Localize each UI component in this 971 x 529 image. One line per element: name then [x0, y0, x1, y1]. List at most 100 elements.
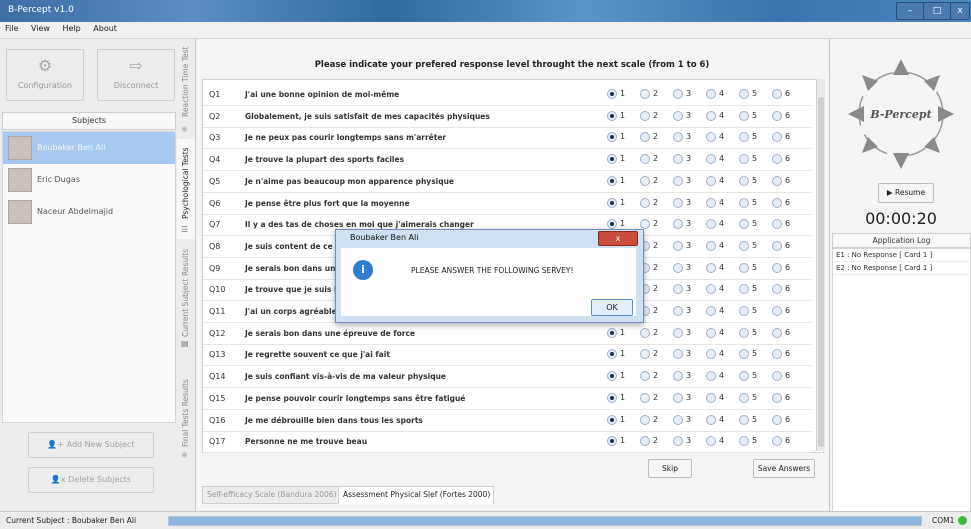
radio-option[interactable]: 2: [640, 414, 672, 426]
radio-button[interactable]: [607, 110, 617, 121]
radio-button[interactable]: [739, 132, 749, 143]
menu-help[interactable]: Help: [57, 22, 85, 35]
tab-reaction-time[interactable]: Reaction Time Test: [177, 39, 195, 119]
radio-button[interactable]: [772, 132, 782, 143]
radio-option[interactable]: 3: [673, 370, 705, 382]
radio-option[interactable]: 4: [706, 414, 738, 426]
radio-option[interactable]: 3: [673, 348, 705, 360]
radio-button[interactable]: [706, 110, 716, 121]
radio-option[interactable]: 1: [607, 370, 639, 382]
radio-option[interactable]: 2: [640, 262, 672, 274]
radio-option[interactable]: 4: [706, 110, 738, 122]
radio-option[interactable]: 4: [706, 175, 738, 187]
tab-assessment-physical[interactable]: Assessment Physical Slef (Fortes 2000): [338, 486, 494, 504]
radio-option[interactable]: 1: [607, 197, 639, 209]
close-button[interactable]: x: [950, 2, 970, 20]
radio-button[interactable]: [607, 197, 617, 208]
resume-button[interactable]: ▶ Resume: [878, 183, 934, 203]
radio-option[interactable]: 5: [739, 218, 771, 230]
radio-button[interactable]: [607, 132, 617, 143]
radio-option[interactable]: 6: [772, 435, 804, 447]
radio-button[interactable]: [772, 240, 782, 251]
radio-button[interactable]: [706, 327, 716, 338]
radio-option[interactable]: 3: [673, 414, 705, 426]
radio-option[interactable]: 2: [640, 327, 672, 339]
radio-button[interactable]: [739, 154, 749, 165]
radio-option[interactable]: 3: [673, 435, 705, 447]
radio-button[interactable]: [772, 436, 782, 447]
radio-option[interactable]: 2: [640, 435, 672, 447]
radio-option[interactable]: 3: [673, 240, 705, 252]
radio-option[interactable]: 5: [739, 370, 771, 382]
scrollbar-thumb[interactable]: [818, 97, 824, 447]
radio-option[interactable]: 2: [640, 197, 672, 209]
radio-button[interactable]: [673, 175, 683, 186]
radio-button[interactable]: [739, 414, 749, 425]
save-answers-button[interactable]: Save Answers: [753, 459, 815, 478]
radio-option[interactable]: 3: [673, 197, 705, 209]
radio-option[interactable]: 5: [739, 283, 771, 295]
tab-final-tests-results[interactable]: Final Tests Results: [177, 369, 195, 449]
radio-option[interactable]: 6: [772, 414, 804, 426]
radio-button[interactable]: [673, 110, 683, 121]
radio-button[interactable]: [772, 371, 782, 382]
radio-option[interactable]: 4: [706, 348, 738, 360]
radio-button[interactable]: [673, 414, 683, 425]
radio-option[interactable]: 4: [706, 370, 738, 382]
radio-button[interactable]: [706, 262, 716, 273]
radio-option[interactable]: 6: [772, 305, 804, 317]
radio-option[interactable]: 4: [706, 435, 738, 447]
radio-option[interactable]: 4: [706, 305, 738, 317]
radio-button[interactable]: [739, 219, 749, 230]
radio-button[interactable]: [772, 327, 782, 338]
radio-button[interactable]: [640, 132, 650, 143]
radio-option[interactable]: 4: [706, 240, 738, 252]
radio-option[interactable]: 5: [739, 327, 771, 339]
radio-button[interactable]: [607, 371, 617, 382]
radio-option[interactable]: 6: [772, 392, 804, 404]
radio-option[interactable]: 1: [607, 175, 639, 187]
radio-option[interactable]: 4: [706, 262, 738, 274]
radio-button[interactable]: [772, 349, 782, 360]
radio-option[interactable]: 2: [640, 131, 672, 143]
radio-button[interactable]: [607, 349, 617, 360]
radio-button[interactable]: [706, 392, 716, 403]
radio-button[interactable]: [739, 284, 749, 295]
radio-option[interactable]: 1: [607, 110, 639, 122]
radio-button[interactable]: [607, 436, 617, 447]
radio-button[interactable]: [706, 306, 716, 316]
radio-option[interactable]: 4: [706, 218, 738, 230]
radio-button[interactable]: [607, 414, 617, 425]
radio-button[interactable]: [673, 240, 683, 251]
radio-option[interactable]: 3: [673, 327, 705, 339]
radio-option[interactable]: 4: [706, 131, 738, 143]
radio-option[interactable]: 5: [739, 110, 771, 122]
radio-option[interactable]: 4: [706, 153, 738, 165]
radio-option[interactable]: 1: [607, 88, 639, 100]
radio-button[interactable]: [640, 110, 650, 121]
radio-option[interactable]: 6: [772, 218, 804, 230]
radio-button[interactable]: [739, 349, 749, 360]
minimize-button[interactable]: –: [896, 2, 924, 20]
radio-button[interactable]: [739, 197, 749, 208]
radio-option[interactable]: 6: [772, 327, 804, 339]
radio-button[interactable]: [640, 197, 650, 208]
radio-button[interactable]: [739, 392, 749, 403]
radio-option[interactable]: 6: [772, 240, 804, 252]
radio-option[interactable]: 3: [673, 110, 705, 122]
radio-button[interactable]: [772, 262, 782, 273]
radio-button[interactable]: [706, 371, 716, 382]
radio-option[interactable]: 6: [772, 153, 804, 165]
radio-option[interactable]: 3: [673, 305, 705, 317]
radio-button[interactable]: [706, 284, 716, 295]
radio-option[interactable]: 4: [706, 197, 738, 209]
radio-option[interactable]: 1: [607, 131, 639, 143]
radio-option[interactable]: 2: [640, 370, 672, 382]
radio-button[interactable]: [640, 392, 650, 403]
dialog-close-button[interactable]: x: [598, 231, 638, 246]
radio-option[interactable]: 5: [739, 262, 771, 274]
radio-button[interactable]: [640, 219, 650, 230]
radio-button[interactable]: [772, 284, 782, 295]
radio-button[interactable]: [772, 110, 782, 121]
radio-option[interactable]: 5: [739, 305, 771, 317]
